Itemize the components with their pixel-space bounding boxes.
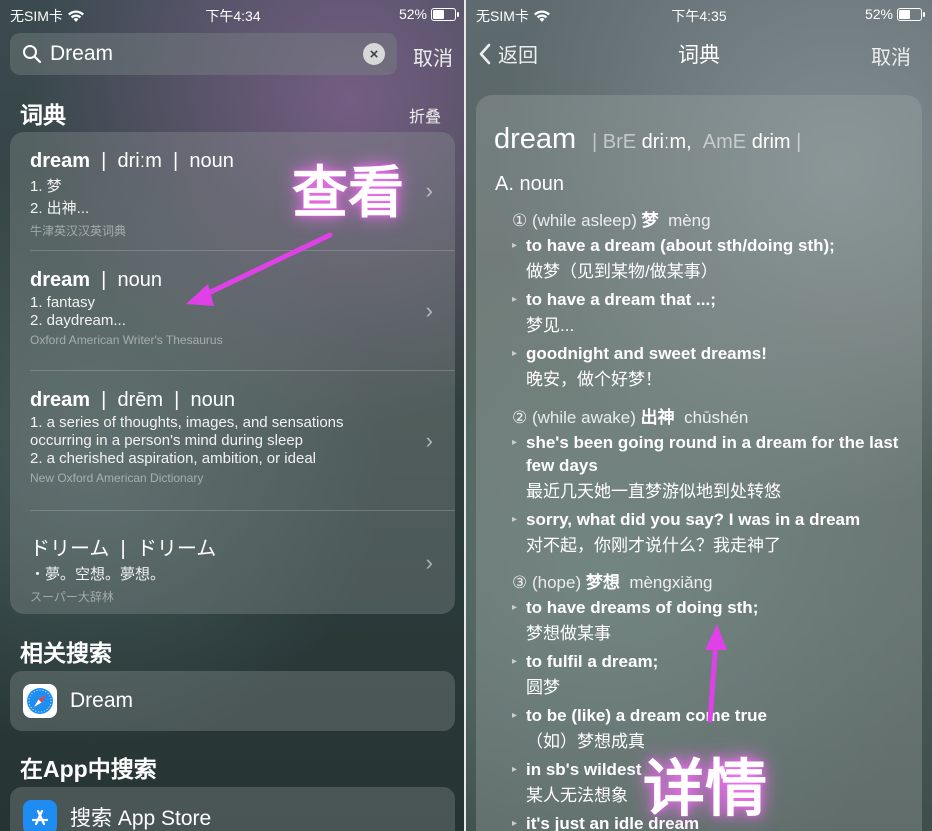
dictionary-detail-panel: 无SIM卡 下午4:35 52% 返回 词典 取消 dream | BrE dr… — [466, 0, 932, 831]
annotation-detail-label: 详情 — [643, 755, 768, 824]
annotation-view-label: 查看 — [292, 161, 404, 224]
annotation-arrow — [705, 624, 727, 723]
spotlight-search-panel: 无SIM卡 下午4:34 52% Dream × 取消 词典 折叠 dream … — [0, 0, 466, 831]
annotation-arrow — [186, 232, 333, 306]
